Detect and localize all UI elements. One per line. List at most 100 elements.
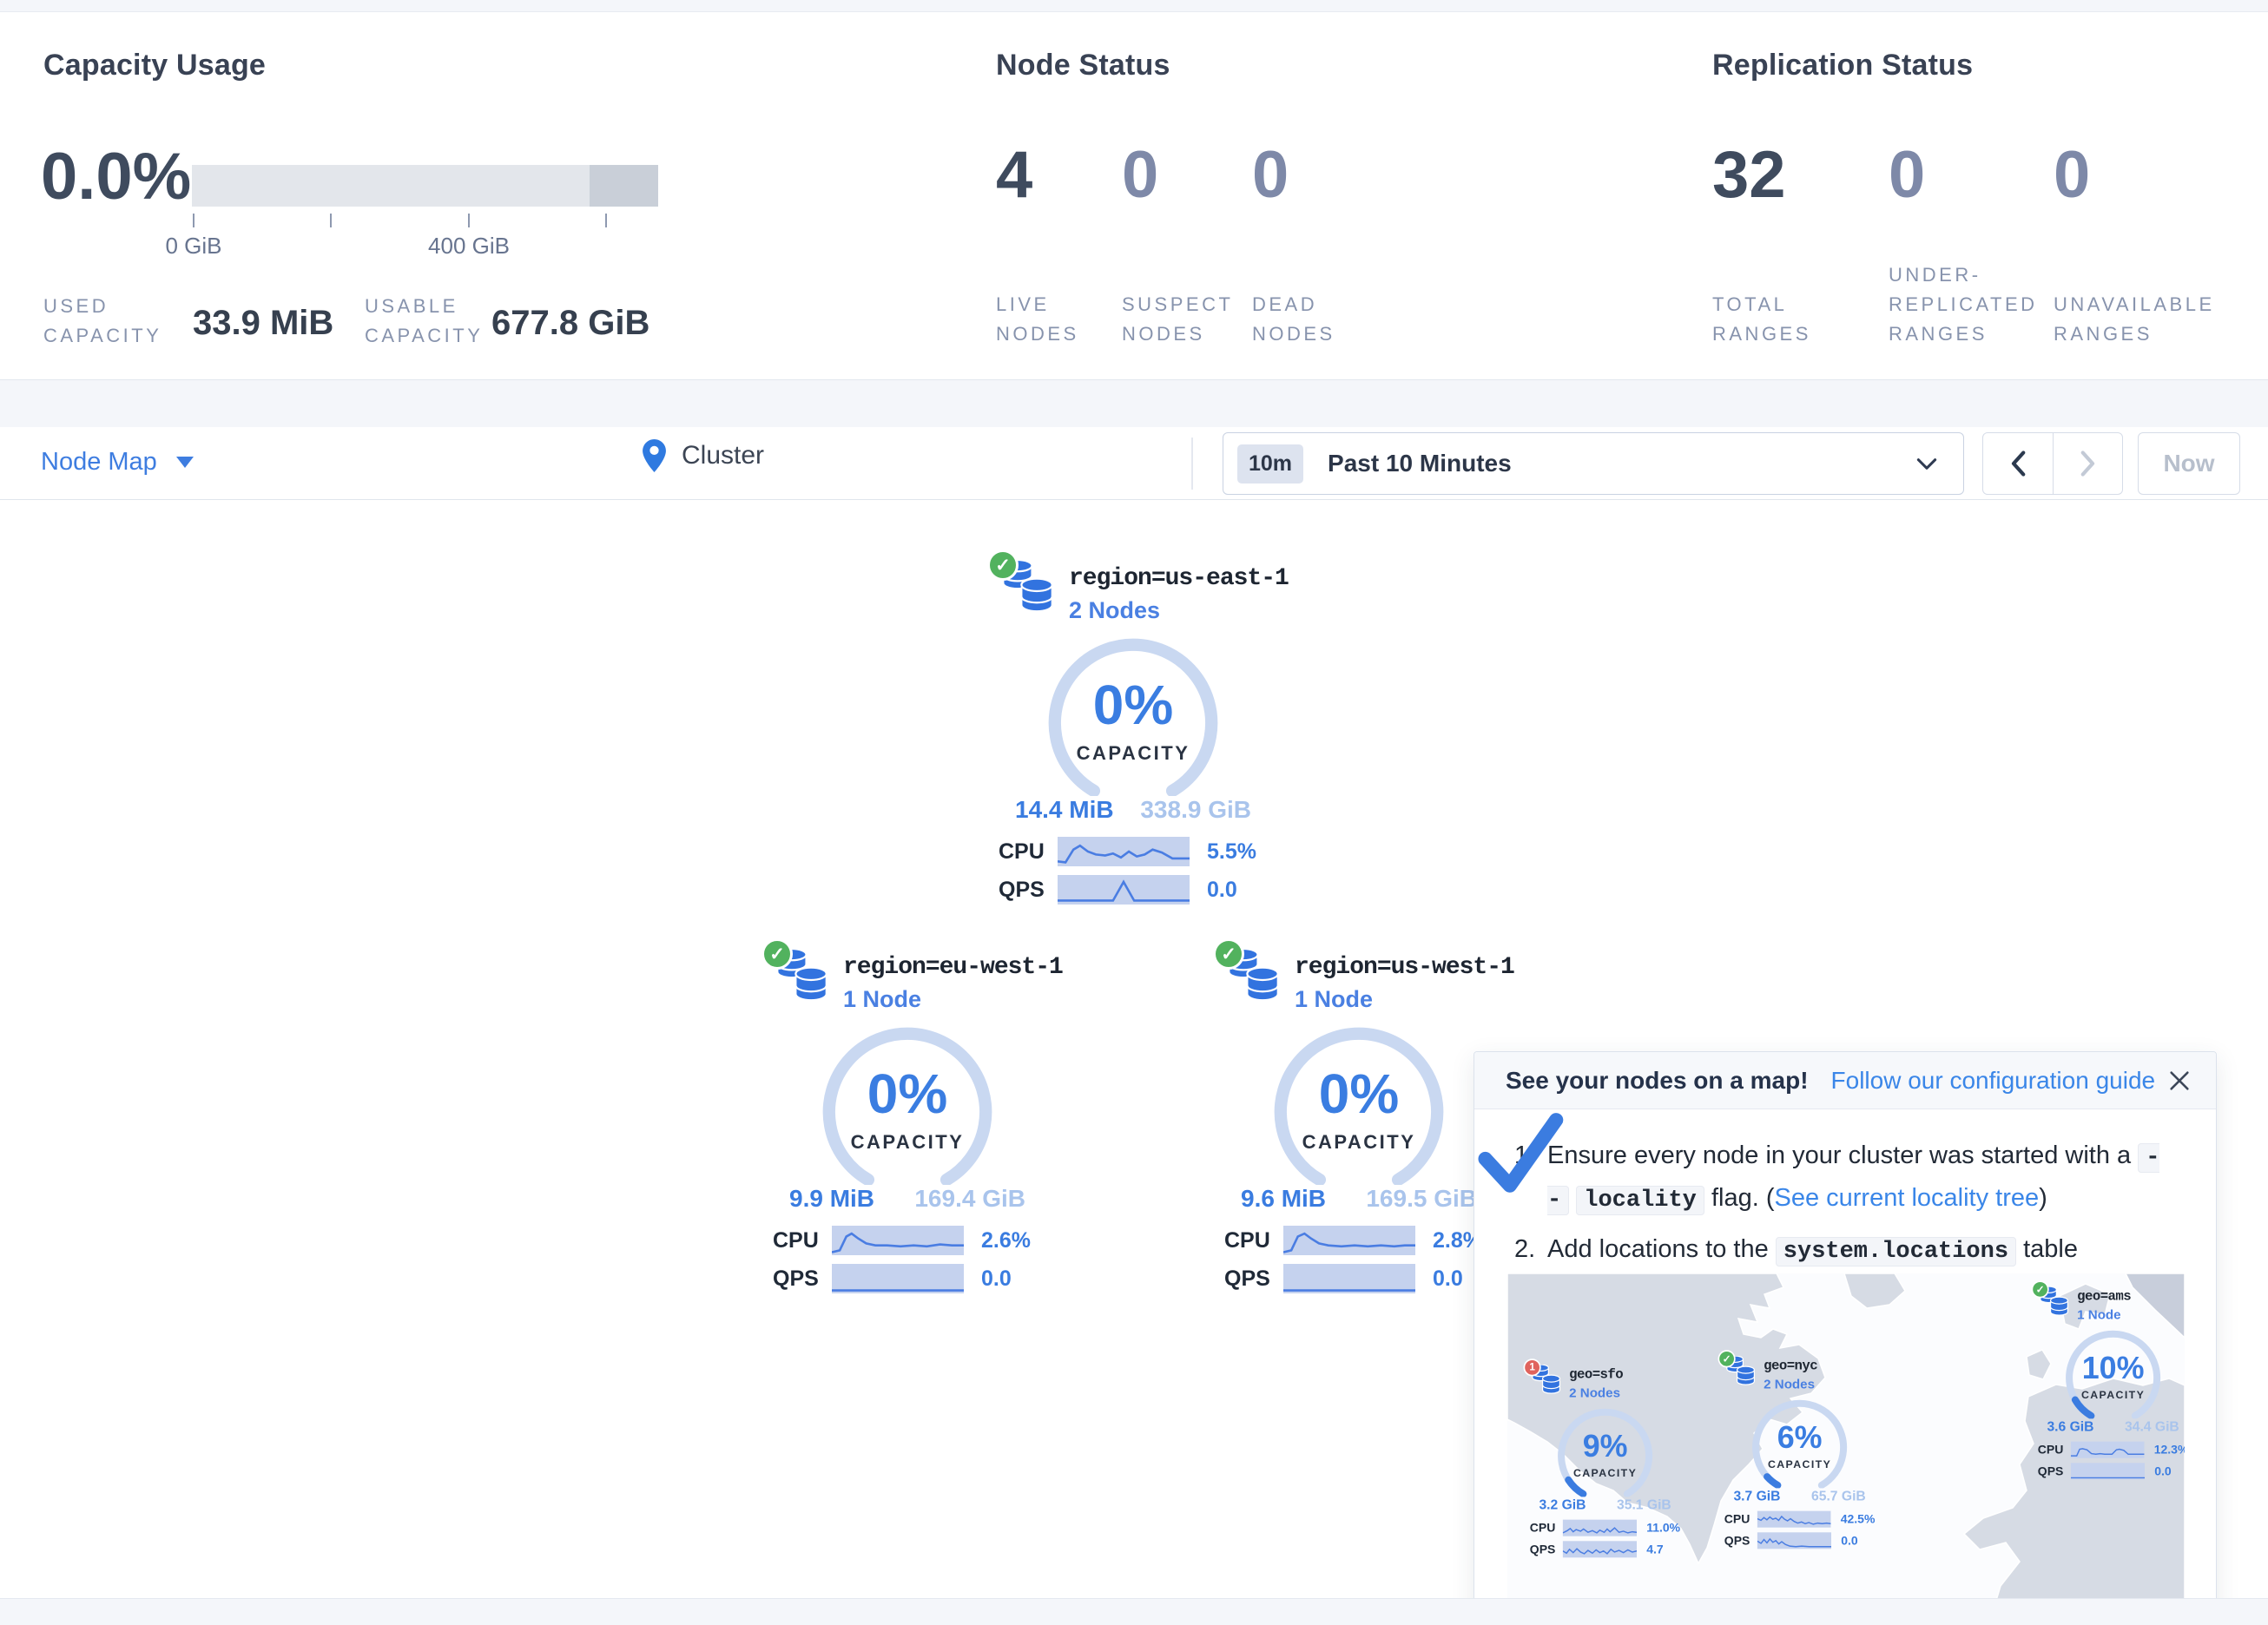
step-text-part: ): [2039, 1184, 2047, 1212]
cpu-sparkline: [1563, 1520, 1637, 1536]
locality-title: geo=nyc: [1764, 1359, 1817, 1373]
map-configuration-popup: See your nodes on a map! Follow our conf…: [1474, 1051, 2217, 1625]
axis-tick-label: 400 GiB: [428, 233, 510, 260]
used-capacity: 3.6 GiB: [2047, 1418, 2093, 1434]
cpu-sparkline: [832, 1226, 964, 1255]
cpu-label: CPU: [1224, 1228, 1283, 1253]
capacity-percent: 6%: [1746, 1419, 1853, 1455]
capacity-bar-reserved-segment: [590, 165, 658, 207]
capacity-caption: CAPACITY: [1263, 1131, 1454, 1154]
cpu-value: 11.0%: [1646, 1521, 1680, 1535]
breadcrumb[interactable]: Cluster: [643, 439, 764, 472]
location-pin-icon: [643, 439, 666, 472]
total-ranges-count: 32: [1712, 142, 1786, 208]
capacity-caption: CAPACITY: [2060, 1389, 2166, 1402]
capacity-caption: CAPACITY: [1038, 742, 1229, 765]
cpu-value: 12.3%: [2154, 1443, 2185, 1457]
total-capacity: 169.4 GiB: [914, 1185, 1025, 1213]
step-back-button[interactable]: [1983, 433, 2053, 494]
now-button[interactable]: Now: [2138, 432, 2240, 495]
qps-value: 4.7: [1646, 1543, 1663, 1556]
database-stack-icon: [774, 949, 829, 1010]
locality-tree-link[interactable]: See current locality tree: [1774, 1184, 2039, 1212]
suspect-nodes-count: 0: [1122, 142, 1158, 208]
step-text-part: flag. (: [1704, 1184, 1775, 1212]
capacity-gauge: 9% CAPACITY: [1552, 1405, 1658, 1497]
step-1: 1. Ensure every node in your cluster was…: [1514, 1135, 2181, 1220]
world-map-preview: geo=sfo 2 Nodes 9% CAPACITY 3.2 GiB: [1507, 1273, 2185, 1621]
step-text-part: Add locations to the: [1547, 1235, 1769, 1263]
total-capacity: 34.4 GiB: [2125, 1418, 2179, 1434]
locality-card-geo-ams[interactable]: geo=ams 1 Node 10% CAPACITY 3.6 GiB: [2035, 1286, 2185, 1484]
node-map-page: Capacity Usage 0.0% 0 GiB 400 GiB USED C…: [0, 0, 2268, 1625]
database-stack-icon: [1225, 949, 1281, 1010]
node-map-canvas: region=us-east-1 2 Nodes 0% CAPACITY 14.…: [0, 500, 2268, 1598]
capacity-caption: CAPACITY: [1746, 1458, 1853, 1471]
capacity-percent: 10%: [2060, 1350, 2166, 1385]
dead-nodes-count: 0: [1252, 142, 1289, 208]
database-stack-icon: [999, 560, 1055, 621]
qps-value: 0.0: [1841, 1534, 1857, 1548]
capacity-caption: CAPACITY: [1552, 1467, 1658, 1480]
qps-sparkline: [1283, 1264, 1415, 1293]
locality-node-count: 1 Node: [2077, 1307, 2131, 1322]
status-badge: [1718, 1350, 1736, 1367]
cpu-sparkline: [1757, 1511, 1831, 1528]
cpu-sparkline: [1283, 1226, 1415, 1255]
locality-title: region=us-west-1: [1295, 954, 1514, 981]
locality-node-count: 2 Nodes: [1764, 1377, 1817, 1391]
node-status-title: Node Status: [996, 49, 1170, 82]
qps-sparkline: [2071, 1463, 2145, 1479]
cpu-value: 2.6%: [981, 1228, 1031, 1253]
capacity-caption: CAPACITY: [812, 1131, 1003, 1154]
time-range-select[interactable]: 10m Past 10 Minutes: [1223, 432, 1964, 495]
chevron-left-icon: [2010, 451, 2026, 477]
qps-value: 0.0: [981, 1266, 1012, 1292]
unavailable-label: UNAVAILABLE RANGES: [2054, 290, 2236, 349]
locality-card-header: geo=ams 1 Node: [2035, 1286, 2185, 1322]
database-stack-icon: [2038, 1286, 2069, 1320]
locality-card-geo-nyc[interactable]: geo=nyc 2 Nodes 6% CAPACITY 3.7 GiB: [1722, 1356, 1877, 1553]
locality-card-header: region=us-west-1 1 Node: [1220, 949, 1498, 1013]
locality-title: region=eu-west-1: [843, 954, 1063, 981]
time-range-badge: 10m: [1237, 444, 1303, 484]
close-icon[interactable]: [2167, 1069, 2192, 1093]
locality-node-count: 2 Nodes: [1069, 597, 1289, 624]
used-capacity: 3.2 GiB: [1539, 1497, 1586, 1512]
popup-title: See your nodes on a map!: [1506, 1067, 1809, 1095]
locality-card-eu-west-1[interactable]: region=eu-west-1 1 Node 0% CAPACITY 9.9 …: [768, 949, 1046, 1301]
replication-status-title: Replication Status: [1712, 49, 1973, 82]
capacity-gauge: 0% CAPACITY: [1038, 631, 1229, 796]
big-check-icon: [1475, 1111, 1572, 1205]
chevron-down-icon: [1916, 457, 1937, 470]
capacity-percent: 0%: [1263, 1062, 1454, 1126]
qps-sparkline: [1563, 1541, 1637, 1557]
cpu-value: 42.5%: [1841, 1512, 1876, 1526]
locality-card-us-east-1[interactable]: region=us-east-1 2 Nodes 0% CAPACITY 14.…: [994, 560, 1272, 912]
dead-nodes-label: DEAD NODES: [1252, 290, 1369, 349]
time-step-arrows: [1982, 432, 2123, 495]
capacity-bar: 0 GiB 400 GiB: [192, 165, 658, 207]
chevron-down-icon: [176, 457, 194, 468]
qps-label: QPS: [2038, 1464, 2071, 1478]
locality-title: geo=sfo: [1569, 1367, 1623, 1382]
view-selector-dropdown[interactable]: Node Map: [41, 448, 194, 477]
locality-node-count: 1 Node: [843, 986, 1063, 1013]
status-badge: [1213, 938, 1244, 970]
step-forward-button[interactable]: [2053, 433, 2122, 494]
locality-card-us-west-1[interactable]: region=us-west-1 1 Node 0% CAPACITY 9.6 …: [1220, 949, 1498, 1301]
locality-card-geo-sfo[interactable]: geo=sfo 2 Nodes 9% CAPACITY 3.2 GiB: [1527, 1365, 1683, 1562]
status-badge: [987, 549, 1019, 581]
capacity-usage-title: Capacity Usage: [43, 49, 266, 82]
qps-label: QPS: [999, 878, 1058, 903]
map-toolbar: Node Map Cluster 10m Past 10 Minutes: [0, 427, 2268, 500]
toolbar-divider: [1191, 438, 1193, 490]
cpu-value: 5.5%: [1207, 839, 1256, 865]
cpu-sparkline: [1058, 837, 1190, 866]
qps-label: QPS: [773, 1266, 832, 1292]
live-nodes-count: 4: [996, 142, 1032, 208]
capacity-gauge: 10% CAPACITY: [2060, 1326, 2166, 1418]
qps-sparkline: [1058, 875, 1190, 905]
configuration-guide-link[interactable]: Follow our configuration guide: [1831, 1067, 2156, 1095]
capacity-percent: 0.0%: [41, 144, 191, 210]
